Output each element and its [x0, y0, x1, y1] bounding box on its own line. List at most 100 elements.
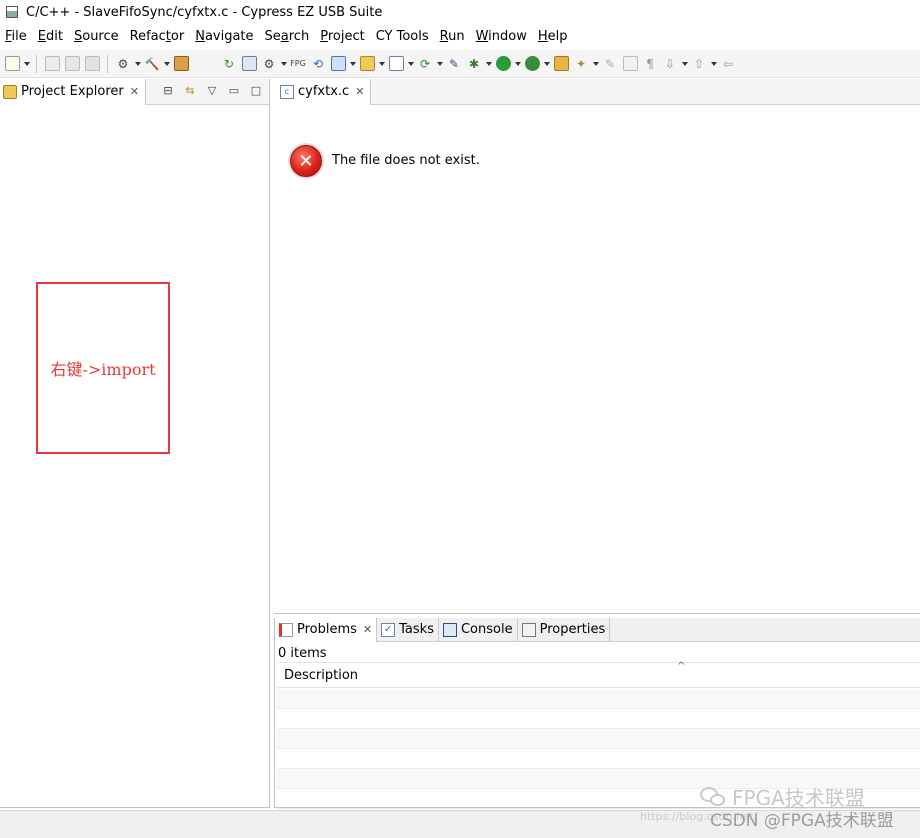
link-editor-icon[interactable]: ⇆ [183, 83, 197, 97]
debug-dropdown[interactable] [484, 55, 493, 73]
c-file-icon: c [280, 84, 294, 99]
close-icon[interactable]: ✕ [355, 85, 364, 98]
editor-tabbar: c cyfxtx.c ✕ [274, 78, 920, 105]
menu-navigate[interactable]: Navigate [190, 27, 259, 47]
title-bar: C/C++ - SlaveFifoSync/cyfxtx.c - Cypress… [0, 0, 920, 24]
cube-icon[interactable] [172, 55, 190, 73]
external-tools-icon[interactable] [523, 55, 541, 73]
menu-search[interactable]: Search [260, 27, 316, 47]
menu-source[interactable]: Source [69, 27, 125, 47]
tab-label: Tasks [399, 622, 434, 637]
menu-file[interactable]: File [0, 27, 33, 47]
tab-label: Properties [539, 622, 606, 637]
toolbar-separator [107, 54, 108, 73]
perspective-icon[interactable] [552, 55, 570, 73]
column-header-label: Description [284, 667, 359, 683]
tab-properties[interactable]: Properties [518, 617, 611, 642]
menu-bar: File Edit Source Refactor Navigate Searc… [0, 26, 920, 48]
maximize-icon[interactable]: □ [249, 83, 263, 97]
tab-tasks[interactable]: ✓ Tasks [377, 617, 439, 642]
bottom-panel: Problems ✕ ✓ Tasks Console Properties 0 … [274, 617, 920, 809]
next-annotation-icon[interactable]: ⇩ [661, 55, 679, 73]
gear-icon[interactable]: ⚙ [114, 55, 132, 73]
paragraph-icon[interactable]: ¶ [641, 55, 659, 73]
error-message: The file does not exist. [332, 153, 480, 168]
problems-icon [279, 622, 293, 637]
build-dropdown[interactable] [162, 55, 171, 73]
tab-label: Problems [297, 622, 357, 637]
bottom-tabbar: Problems ✕ ✓ Tasks Console Properties [275, 617, 920, 642]
annotation-text: 右键->import [50, 360, 156, 379]
table-row [277, 689, 920, 709]
open-dropdown[interactable] [377, 55, 386, 73]
wechat-icon [700, 786, 726, 807]
hammer-icon[interactable]: 🔨 [143, 55, 161, 73]
open-folder-icon[interactable] [358, 55, 376, 73]
run-dropdown[interactable] [513, 55, 522, 73]
settings-icon[interactable]: ⚙ [260, 55, 278, 73]
wand-dropdown[interactable] [591, 55, 600, 73]
menu-refactor[interactable]: Refactor [125, 27, 191, 47]
external-tools-dropdown[interactable] [542, 55, 551, 73]
close-icon[interactable]: ✕ [363, 623, 372, 636]
prev-annotation-dropdown[interactable] [709, 55, 718, 73]
menu-project[interactable]: Project [315, 27, 371, 47]
menu-window[interactable]: Window [471, 27, 533, 47]
watermark-csdn-text: CSDN @FPGA技术联盟 [710, 811, 894, 831]
new-icon[interactable] [3, 55, 21, 73]
refresh-icon[interactable]: ↻ [220, 55, 238, 73]
menu-edit[interactable]: Edit [33, 27, 69, 47]
console-icon [442, 622, 457, 637]
block-icon[interactable] [621, 55, 639, 73]
build-config-dropdown[interactable] [133, 55, 142, 73]
pin-icon[interactable]: ✎ [445, 55, 463, 73]
run-icon[interactable] [494, 55, 512, 73]
watermark-csdn: https://blog.csdn.net/ CSDN @FPGA技术联盟 [640, 806, 894, 831]
back-icon[interactable]: ⇦ [719, 55, 737, 73]
print-icon[interactable] [83, 55, 101, 73]
usb-icon[interactable]: ⟲ [309, 55, 327, 73]
minimize-icon[interactable]: ▭ [227, 83, 241, 97]
tab-label: cyfxtx.c [298, 84, 350, 99]
tab-problems[interactable]: Problems ✕ [275, 617, 378, 642]
save-icon[interactable] [43, 55, 61, 73]
fpga-icon[interactable]: FPG [289, 55, 307, 73]
pen-icon[interactable]: ✎ [601, 55, 619, 73]
tab-label: Console [460, 622, 513, 637]
settings-dropdown[interactable] [279, 55, 288, 73]
menu-cy-tools[interactable]: CY Tools [371, 27, 435, 47]
new-file-dropdown[interactable] [406, 55, 415, 73]
app-icon [6, 6, 18, 18]
close-icon[interactable]: ✕ [130, 85, 139, 98]
bug-icon[interactable]: ✱ [465, 55, 483, 73]
table-row [277, 709, 920, 729]
next-annotation-dropdown[interactable] [680, 55, 689, 73]
register-view-icon[interactable] [240, 55, 258, 73]
view-menu-icon[interactable]: ▽ [205, 83, 219, 97]
window-title: C/C++ - SlaveFifoSync/cyfxtx.c - Cypress… [26, 4, 383, 20]
new-class-dropdown[interactable] [348, 55, 357, 73]
save-all-icon[interactable] [63, 55, 81, 73]
new-dropdown[interactable] [22, 55, 31, 73]
description-column-header[interactable]: ^ Description [277, 661, 920, 688]
new-file-icon[interactable] [387, 55, 405, 73]
project-explorer-panel: Project Explorer ✕ ⊟ ⇆ ▽ ▭ □ 右键->import [0, 78, 270, 808]
search-icon[interactable]: ⟳ [416, 55, 434, 73]
wand-icon[interactable]: ✦ [572, 55, 590, 73]
folder-icon [3, 84, 17, 99]
collapse-all-icon[interactable]: ⊟ [161, 83, 175, 97]
menu-help[interactable]: Help [533, 27, 574, 47]
new-class-icon[interactable] [329, 55, 347, 73]
properties-icon [521, 622, 536, 637]
items-count: 0 items [278, 646, 327, 661]
tab-cyfxtx-c[interactable]: c cyfxtx.c ✕ [274, 78, 372, 105]
tab-label: Project Explorer [21, 84, 124, 99]
tasks-icon: ✓ [381, 622, 396, 637]
tab-project-explorer[interactable]: Project Explorer ✕ [0, 78, 146, 105]
table-row [277, 729, 920, 749]
error-icon: ✕ [290, 145, 322, 177]
menu-run[interactable]: Run [435, 27, 471, 47]
prev-annotation-icon[interactable]: ⇧ [690, 55, 708, 73]
tab-console[interactable]: Console [439, 617, 518, 642]
search-dropdown[interactable] [435, 55, 444, 73]
